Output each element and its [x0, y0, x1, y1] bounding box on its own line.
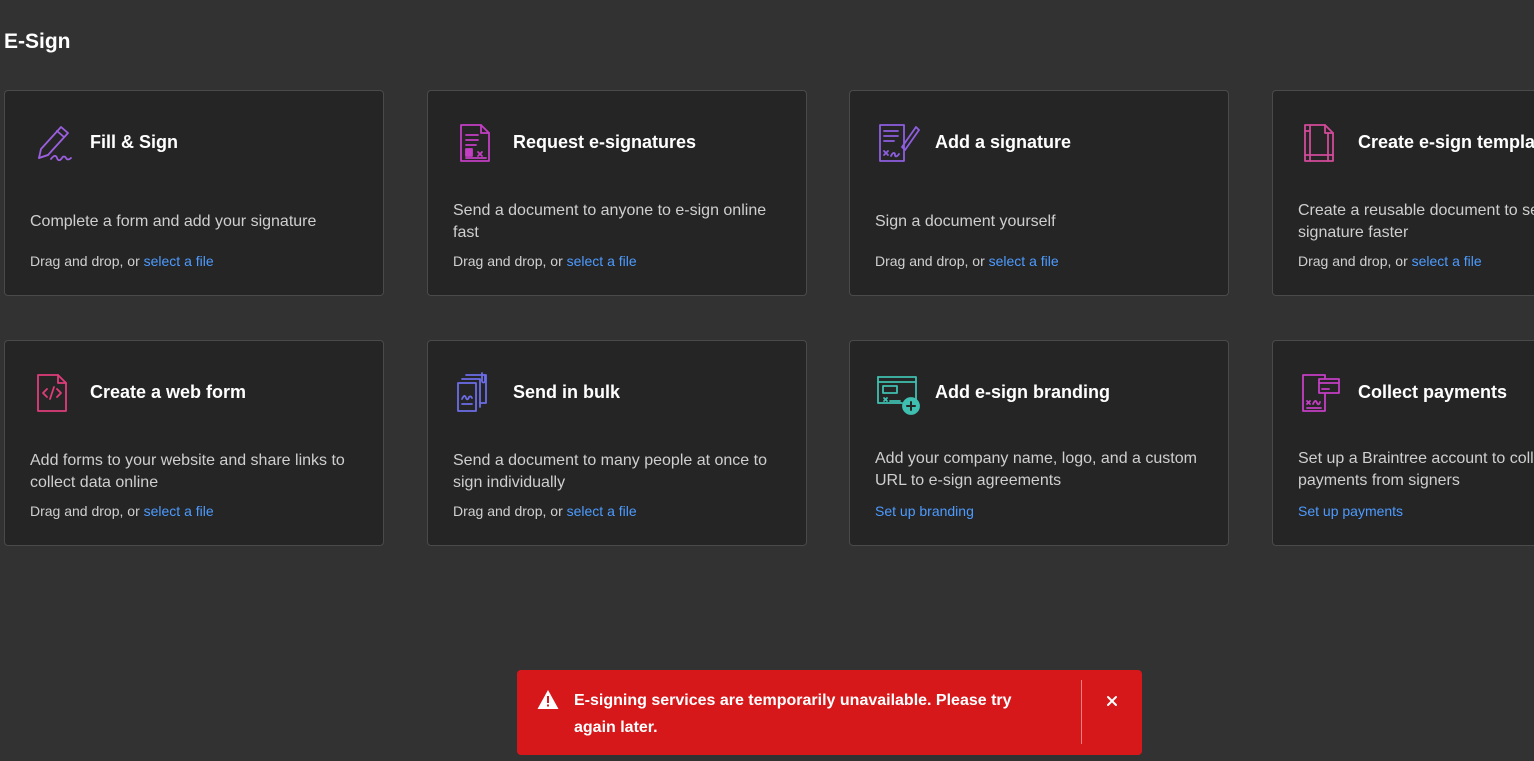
card-description: Send a document to many people at once t… — [453, 452, 767, 491]
card-description: Set up a Braintree account to collect pa… — [1298, 450, 1534, 489]
card-action: Drag and drop, or select a file — [453, 253, 637, 269]
template-icon — [1299, 121, 1343, 165]
card-action: Drag and drop, or select a file — [1298, 253, 1482, 269]
action-prefix: Drag and drop, or — [875, 253, 989, 269]
branding-icon — [876, 371, 920, 415]
card-collect-payments[interactable]: Collect payments Set up a Braintree acco… — [1272, 340, 1534, 546]
card-description: Complete a form and add your signature — [30, 213, 317, 230]
card-fill-sign[interactable]: Fill & Sign Complete a form and add your… — [4, 90, 384, 296]
card-create-web-form[interactable]: Create a web form Add forms to your webs… — [4, 340, 384, 546]
card-title: Create a web form — [90, 382, 247, 402]
card-create-template[interactable]: Create e-sign template Create a reusable… — [1272, 90, 1534, 296]
close-toast-button[interactable] — [1099, 688, 1125, 714]
card-send-in-bulk[interactable]: Send in bulk Send a document to many peo… — [427, 340, 807, 546]
card-action: Drag and drop, or select a file — [453, 503, 637, 519]
card-description: Add forms to your website and share link… — [30, 452, 345, 491]
card-request-esignatures[interactable]: Request e-signatures Send a document to … — [427, 90, 807, 296]
toast-divider — [1081, 680, 1082, 744]
card-description: Send a document to anyone to e-sign onli… — [453, 202, 767, 241]
card-title: Fill & Sign — [90, 132, 178, 152]
close-icon — [1107, 696, 1117, 706]
select-file-link[interactable]: select a file — [567, 503, 637, 519]
select-file-link[interactable]: select a file — [1412, 253, 1482, 269]
request-signatures-icon — [454, 121, 498, 165]
card-title: Add e-sign branding — [935, 382, 1110, 402]
card-description: Create a reusable document to send for s… — [1298, 202, 1534, 241]
card-action: Drag and drop, or select a file — [30, 503, 214, 519]
card-action: Drag and drop, or select a file — [30, 253, 214, 269]
send-bulk-icon — [454, 371, 498, 415]
card-title: Collect payments — [1358, 382, 1508, 402]
action-prefix: Drag and drop, or — [30, 503, 144, 519]
set-up-payments-link[interactable]: Set up payments — [1298, 503, 1403, 519]
action-prefix: Drag and drop, or — [30, 253, 144, 269]
add-signature-icon — [876, 121, 920, 165]
card-title: Send in bulk — [513, 382, 621, 402]
esign-page: E-Sign Fill & Sign Complete a form and a… — [0, 0, 1534, 761]
toast-message: E-signing services are temporarily unava… — [574, 692, 1012, 736]
card-action: Set up branding — [875, 503, 974, 519]
card-description: Add your company name, logo, and a custo… — [875, 450, 1197, 489]
card-action: Drag and drop, or select a file — [875, 253, 1059, 269]
action-prefix: Drag and drop, or — [1298, 253, 1412, 269]
select-file-link[interactable]: select a file — [144, 253, 214, 269]
card-add-branding[interactable]: Add e-sign branding Add your company nam… — [849, 340, 1229, 546]
card-description: Sign a document yourself — [875, 213, 1056, 230]
select-file-link[interactable]: select a file — [144, 503, 214, 519]
select-file-link[interactable]: select a file — [567, 253, 637, 269]
select-file-link[interactable]: select a file — [989, 253, 1059, 269]
set-up-branding-link[interactable]: Set up branding — [875, 503, 974, 519]
fill-sign-icon — [31, 121, 75, 165]
card-add-signature[interactable]: Add a signature Sign a document yourself… — [849, 90, 1229, 296]
page-title: E-Sign — [4, 30, 71, 53]
error-toast: E-signing services are temporarily unava… — [517, 670, 1142, 755]
card-title: Add a signature — [935, 132, 1072, 152]
card-action: Set up payments — [1298, 503, 1403, 519]
card-title: Create e-sign template — [1358, 132, 1534, 152]
payments-icon — [1299, 371, 1343, 415]
warning-icon — [537, 689, 559, 711]
web-form-icon — [31, 371, 75, 415]
card-title: Request e-signatures — [513, 132, 697, 152]
action-prefix: Drag and drop, or — [453, 253, 567, 269]
action-prefix: Drag and drop, or — [453, 503, 567, 519]
